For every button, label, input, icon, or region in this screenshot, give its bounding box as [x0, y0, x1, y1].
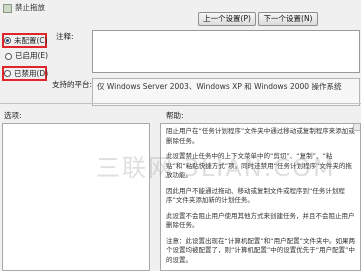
radio-selected-dot	[6, 39, 9, 42]
radio-label: 已启用(E)	[15, 51, 49, 60]
policy-icon	[3, 4, 12, 13]
options-label: 选项:	[4, 111, 22, 120]
help-label: 帮助:	[166, 111, 184, 120]
radio-button-icon	[4, 37, 11, 44]
help-panel[interactable]: 阻止用户在“任务计划程序”文件夹中通过移动或复制程序来添加或删除任务。 此设置禁…	[160, 123, 361, 271]
comment-field[interactable]	[92, 30, 360, 73]
supported-on-label: 支持的平台:	[52, 80, 93, 89]
options-panel	[2, 123, 150, 271]
help-paragraph: 注意：此设置出现在“计算机配置”和“用户配置”文件夹中。如果两个设置均被配置了，…	[166, 236, 355, 264]
radio-button-icon	[5, 52, 12, 60]
radio-enabled[interactable]: 已启用(E)	[5, 50, 48, 62]
radio-label: 已禁用(D)	[14, 68, 49, 78]
watermark: 三联网 3LIAN.COM	[96, 154, 336, 182]
scroll-up-icon[interactable]	[353, 124, 360, 131]
previous-setting-button[interactable]: 上一个设置(P)	[198, 12, 256, 26]
window-title: 禁止拖放	[15, 3, 45, 12]
next-setting-button[interactable]: 下一个设置(N)	[258, 12, 318, 26]
radio-label: 未配置(C)	[14, 35, 48, 45]
help-paragraph: 阻止用户在“任务计划程序”文件夹中通过移动或复制程序来添加或删除任务。	[166, 127, 355, 145]
comment-label: 注释:	[56, 32, 74, 41]
radio-not-configured[interactable]: 未配置(C)	[2, 33, 48, 48]
supported-on-value: 仅 Windows Server 2003、Windows XP 和 Windo…	[92, 78, 360, 106]
help-paragraph: 此设置不会阻止用户使用其他方式来创建任务，并且不会阻止用户删除任务。	[166, 211, 355, 230]
radio-disabled[interactable]: 已禁用(D)	[2, 66, 49, 81]
help-paragraph: 因此用户不能通过拖动、移动或复制文件或程序到“任务计划程序”文件夹添加新的计划任…	[166, 186, 345, 205]
radio-button-icon	[4, 70, 11, 77]
section-divider	[0, 103, 361, 104]
